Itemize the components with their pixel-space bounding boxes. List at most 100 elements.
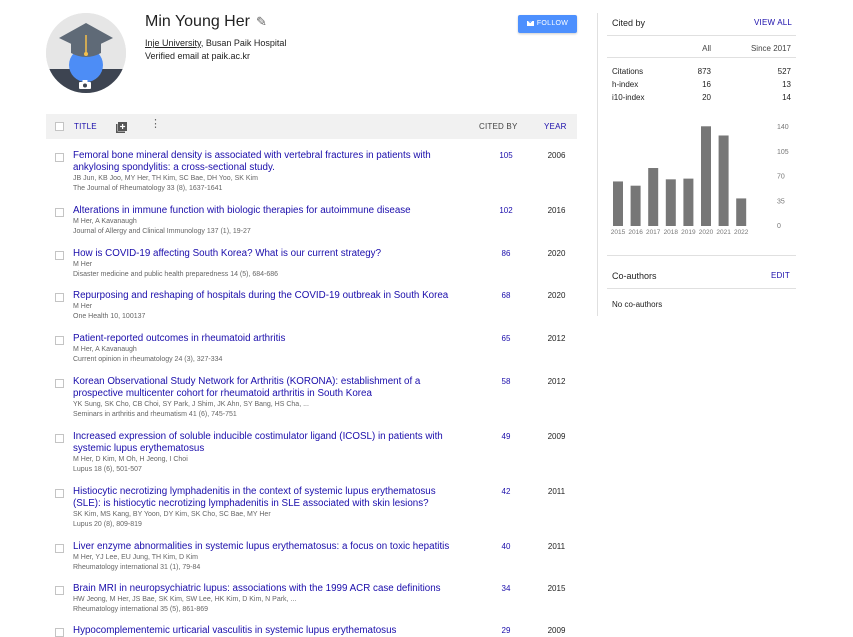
article-venue: Seminars in arthritis and rheumatism 41 … — [73, 411, 237, 418]
article-cited-by[interactable]: 105 — [486, 151, 526, 160]
article-cited-by[interactable]: 29 — [486, 626, 526, 635]
x-tick-label: 2022 — [734, 229, 749, 236]
sidebar-divider — [597, 13, 598, 316]
follow-label: FOLLOW — [536, 20, 569, 27]
affiliation-text: , Busan Paik Hospital — [200, 38, 287, 48]
affiliation-link[interactable]: Inje University — [145, 38, 201, 48]
article-year: 2015 — [547, 584, 566, 593]
mail-icon — [526, 20, 534, 26]
verified-email: Verified email at paik.ac.kr — [145, 51, 251, 61]
article-venue: Rheumatology international 31 (1), 79-84 — [73, 564, 201, 571]
article-title[interactable]: Femoral bone mineral density is associat… — [73, 150, 431, 173]
row-checkbox[interactable] — [55, 208, 64, 217]
article-title[interactable]: Patient-reported outcomes in rheumatoid … — [73, 333, 285, 344]
article-title[interactable]: Hypocomplementemic urticarial vasculitis… — [73, 625, 396, 636]
stat-all: 873 — [697, 67, 711, 76]
chart-bar-2020[interactable] — [701, 126, 711, 226]
divider — [607, 57, 796, 58]
stat-label: i10-index — [612, 93, 645, 102]
add-article-icon[interactable] — [116, 120, 127, 133]
x-tick-label: 2015 — [611, 229, 626, 236]
article-authors: JB Jun, KB Joo, MY Her, TH Kim, SC Bae, … — [73, 175, 258, 182]
article-year: 2020 — [547, 249, 566, 258]
y-tick-label: 35 — [777, 198, 785, 205]
article-cited-by[interactable]: 49 — [486, 432, 526, 441]
article-year: 2016 — [547, 206, 566, 215]
row-checkbox[interactable] — [55, 293, 64, 302]
article-cited-by[interactable]: 68 — [486, 291, 526, 300]
chart-bar-2022[interactable] — [736, 198, 747, 226]
article-year: 2012 — [547, 377, 566, 386]
article-title[interactable]: Histiocytic necrotizing lymphadenitis in… — [73, 486, 436, 509]
profile-name-text: Min Young Her — [145, 13, 250, 30]
article-title[interactable]: Increased expression of soluble inducibl… — [73, 431, 443, 454]
y-tick-label: 140 — [777, 124, 789, 131]
x-tick-label: 2020 — [699, 229, 714, 236]
row-checkbox[interactable] — [55, 489, 64, 498]
chart-bar-2017[interactable] — [648, 168, 659, 226]
article-title[interactable]: Liver enzyme abnormalities in systemic l… — [73, 541, 449, 552]
x-tick-label: 2016 — [628, 229, 643, 236]
article-authors: M Her, YJ Lee, EU Jung, TH Kim, D Kim — [73, 554, 199, 561]
article-year: 2011 — [547, 542, 566, 551]
follow-button[interactable]: FOLLOW — [518, 15, 577, 33]
y-tick-label: 105 — [777, 149, 789, 156]
articles-table-header: TITLE ⋮ CITED BY YEAR — [46, 114, 577, 139]
article-title[interactable]: Alterations in immune function with biol… — [73, 205, 411, 216]
sort-by-title[interactable]: TITLE — [74, 122, 97, 131]
chart-bar-2016[interactable] — [630, 185, 641, 226]
article-venue: Journal of Allergy and Clinical Immunolo… — [73, 228, 251, 235]
article-venue: The Journal of Rheumatology 33 (8), 1637… — [73, 185, 223, 192]
article-venue: Lupus 18 (6), 501-507 — [73, 466, 142, 473]
pencil-icon[interactable]: ✎ — [256, 14, 267, 29]
profile-affiliation: Inje University, Busan Paik Hospital — [145, 38, 286, 48]
article-cited-by[interactable]: 40 — [486, 542, 526, 551]
y-tick-label: 0 — [777, 223, 781, 230]
row-checkbox[interactable] — [55, 586, 64, 595]
citation-stats-table: All Since 2017 Citations 873 527 h-index… — [612, 40, 792, 106]
article-cited-by[interactable]: 42 — [486, 487, 526, 496]
article-title[interactable]: Korean Observational Study Network for A… — [73, 376, 420, 399]
article-title[interactable]: How is COVID-19 affecting South Korea? W… — [73, 248, 381, 259]
article-authors: SK Kim, MS Kang, BY Yoon, DY Kim, SK Cho… — [73, 511, 271, 518]
article-cited-by[interactable]: 102 — [486, 206, 526, 215]
row-checkbox[interactable] — [55, 434, 64, 443]
x-tick-label: 2017 — [646, 229, 661, 236]
chart-bar-2021[interactable] — [718, 135, 729, 226]
stat-label: h-index — [612, 80, 639, 89]
article-title[interactable]: Brain MRI in neuropsychiatric lupus: ass… — [73, 583, 441, 594]
select-all-checkbox[interactable] — [55, 122, 64, 131]
no-coauthors-text: No co-authors — [612, 300, 663, 309]
camera-icon[interactable] — [79, 76, 91, 89]
article-cited-by[interactable]: 86 — [486, 249, 526, 258]
article-authors: M Her, D Kim, M Oh, H Jeong, I Choi — [73, 456, 188, 463]
article-venue: Current opinion in rheumatology 24 (3), … — [73, 356, 223, 363]
chart-bar-2015[interactable] — [613, 181, 623, 226]
stat-since: 13 — [782, 80, 791, 89]
row-checkbox[interactable] — [55, 379, 64, 388]
col-all: All — [702, 44, 711, 53]
view-all-link[interactable]: VIEW ALL — [754, 18, 792, 27]
coauthors-edit-link[interactable]: EDIT — [771, 271, 790, 280]
stats-row: i10-index 20 14 — [612, 93, 792, 106]
row-checkbox[interactable] — [55, 251, 64, 260]
article-year: 2011 — [547, 487, 566, 496]
article-cited-by[interactable]: 34 — [486, 584, 526, 593]
more-vert-icon[interactable]: ⋮ — [150, 119, 161, 130]
divider — [607, 288, 796, 289]
chart-bar-2018[interactable] — [665, 179, 676, 226]
article-venue: Lupus 20 (8), 809-819 — [73, 521, 142, 528]
article-authors: M Her, A Kavanaugh — [73, 346, 137, 353]
article-year: 2012 — [547, 334, 566, 343]
divider — [607, 255, 796, 256]
row-checkbox[interactable] — [55, 336, 64, 345]
article-cited-by[interactable]: 65 — [486, 334, 526, 343]
sort-by-year[interactable]: YEAR — [544, 122, 567, 131]
article-authors: M Her — [73, 261, 93, 268]
article-cited-by[interactable]: 58 — [486, 377, 526, 386]
article-title[interactable]: Repurposing and reshaping of hospitals d… — [73, 290, 448, 301]
chart-bar-2019[interactable] — [683, 178, 694, 226]
row-checkbox[interactable] — [55, 153, 64, 162]
stat-label: Citations — [612, 67, 644, 76]
row-checkbox[interactable] — [55, 544, 64, 553]
